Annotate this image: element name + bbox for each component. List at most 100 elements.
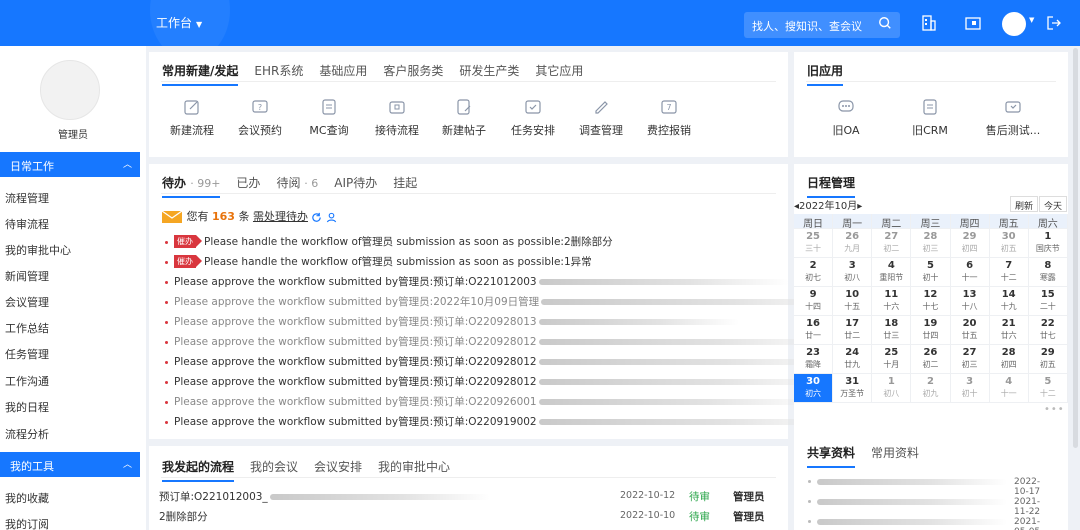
calendar-day[interactable]: 22 廿七 xyxy=(1028,316,1068,345)
shared-row[interactable]: 2021-11-22 xyxy=(808,497,1040,517)
profile-avatar[interactable] xyxy=(40,60,100,120)
quick-item-task[interactable]: 任务安排 xyxy=(498,98,568,138)
calendar-day[interactable]: 15 二十 xyxy=(1028,287,1068,316)
calendar-day[interactable]: 1 初八 xyxy=(872,374,912,403)
calendar-day[interactable]: 28 初三 xyxy=(911,229,951,258)
old-app-crm[interactable]: 旧CRM xyxy=(895,98,965,138)
calendar-day[interactable]: 26 初二 xyxy=(911,345,951,374)
calendar-day[interactable]: 13 十八 xyxy=(950,287,990,316)
calendar-day[interactable]: 18 廿三 xyxy=(872,316,912,345)
building-icon[interactable] xyxy=(920,14,938,32)
calendar-day[interactable]: 28 初四 xyxy=(989,345,1029,374)
calendar-day[interactable]: 2 初七 xyxy=(794,258,834,287)
old-app-oa[interactable]: 旧OA xyxy=(811,98,881,138)
calendar-day[interactable]: 11 十六 xyxy=(872,287,912,316)
calendar-day[interactable]: 20 廿五 xyxy=(950,316,990,345)
calendar-day[interactable]: 3 初十 xyxy=(950,374,990,403)
calendar-day[interactable]: 9 十四 xyxy=(794,287,834,316)
todo-row[interactable]: Please approve the workflow submitted by… xyxy=(165,354,849,368)
calendar-day[interactable]: 8 寒露 xyxy=(1028,258,1068,287)
refresh-icon[interactable] xyxy=(311,212,322,223)
todo-row[interactable]: Please approve the workflow submitted by… xyxy=(165,294,862,308)
sidebar-item[interactable]: 待审流程 xyxy=(5,216,49,232)
calendar-day[interactable]: 25 十月 xyxy=(872,345,912,374)
sidebar-item[interactable]: 流程管理 xyxy=(5,190,49,206)
todo-row[interactable]: Please approve the workflow submitted by… xyxy=(165,394,819,408)
tab-todo[interactable]: 待办 · 99+ xyxy=(162,174,221,198)
calendar-day[interactable]: 31 万圣节 xyxy=(833,374,873,403)
calendar-day[interactable]: 30 初五 xyxy=(989,229,1029,258)
calendar-day[interactable]: 30 初六 xyxy=(794,374,834,403)
todo-row[interactable]: Please approve the workflow submitted by… xyxy=(165,314,739,328)
quick-item-new-post[interactable]: 新建帖子 xyxy=(429,98,499,138)
caret-down-icon[interactable]: ▼ xyxy=(1029,16,1034,24)
calendar-day[interactable]: 12 十七 xyxy=(911,287,951,316)
calendar-day[interactable]: 4 十一 xyxy=(989,374,1029,403)
calendar-day[interactable]: 7 十二 xyxy=(989,258,1029,287)
search-icon[interactable] xyxy=(878,16,892,30)
quick-item-expense[interactable]: 7 费控报销 xyxy=(634,98,704,138)
calendar-day[interactable]: 16 廿一 xyxy=(794,316,834,345)
calendar-day[interactable]: 19 廿四 xyxy=(911,316,951,345)
calendar-day[interactable]: 10 十五 xyxy=(833,287,873,316)
workspace-menu[interactable]: 工作台 ▼ xyxy=(156,14,202,31)
quick-item-new-flow[interactable]: 新建流程 xyxy=(157,98,227,138)
calendar-day[interactable]: 2 初九 xyxy=(911,374,951,403)
calendar-day[interactable]: 14 十九 xyxy=(989,287,1029,316)
calendar-day[interactable]: 23 霜降 xyxy=(794,345,834,374)
sidebar-item[interactable]: 工作总结 xyxy=(5,320,49,336)
user-avatar[interactable] xyxy=(1002,12,1026,36)
todo-row[interactable]: Please approve the workflow submitted by… xyxy=(165,414,849,428)
calendar-day[interactable]: 29 初五 xyxy=(1028,345,1068,374)
calendar-day[interactable]: 27 初二 xyxy=(872,229,912,258)
sidebar-item[interactable]: 新闻管理 xyxy=(5,268,49,284)
shared-row[interactable]: 2021-05-05 xyxy=(808,517,1040,530)
user-icon[interactable] xyxy=(326,212,337,223)
search-box[interactable]: 找人、搜知识、查会议 xyxy=(744,12,900,38)
sidebar-item[interactable]: 我的审批中心 xyxy=(5,242,71,258)
today-button[interactable]: 今天 xyxy=(1039,196,1068,212)
section-my-tools[interactable]: 我的工具 ︿ xyxy=(0,452,140,477)
calendar-day[interactable]: 25 三十 xyxy=(794,229,834,258)
calendar-day[interactable]: 1 国庆节 xyxy=(1028,229,1068,258)
todo-row[interactable]: 催办 Please handle the workflow of管理员 submi… xyxy=(165,254,592,268)
calendar-day[interactable]: 27 初三 xyxy=(950,345,990,374)
calendar-day[interactable]: 24 廿九 xyxy=(833,345,873,374)
calendar-day[interactable]: 21 廿六 xyxy=(989,316,1029,345)
quick-item-mc-query[interactable]: MC查询 xyxy=(294,98,364,138)
calendar-day[interactable]: 5 初十 xyxy=(911,258,951,287)
todo-row[interactable]: Please approve the workflow submitted by… xyxy=(165,274,789,288)
old-app-aftersales[interactable]: 售后测试... xyxy=(978,98,1048,138)
shared-row[interactable]: 2022-10-17 xyxy=(808,477,1040,497)
sidebar-item[interactable]: 我的订阅 xyxy=(5,516,49,530)
calendar-day[interactable]: 5 十二 xyxy=(1028,374,1068,403)
flow-row-title[interactable]: 预订单:O221012003_ xyxy=(159,489,490,504)
sidebar-item[interactable]: 任务管理 xyxy=(5,346,49,362)
logout-icon[interactable] xyxy=(1044,14,1062,32)
quick-item-meeting[interactable]: ? 会议预约 xyxy=(225,98,295,138)
sidebar-item[interactable]: 我的日程 xyxy=(5,399,49,415)
quick-item-survey[interactable]: 调查管理 xyxy=(566,98,636,138)
refresh-button[interactable]: 刷新 xyxy=(1010,196,1039,212)
calendar-day[interactable]: 4 重阳节 xyxy=(872,258,912,287)
section-daily-work[interactable]: 日常工作 ︿ xyxy=(0,152,140,177)
todo-row[interactable]: Please approve the workflow submitted by… xyxy=(165,374,839,388)
tab-common[interactable]: 常用新建/发起 xyxy=(162,62,239,86)
sidebar-item[interactable]: 会议管理 xyxy=(5,294,49,310)
calendar-day[interactable]: 26 九月 xyxy=(833,229,873,258)
tab-my-flows[interactable]: 我发起的流程 xyxy=(162,458,235,482)
calendar-day[interactable]: 6 十一 xyxy=(950,258,990,287)
window-icon[interactable] xyxy=(964,14,982,32)
todo-row[interactable]: Please approve the workflow submitted by… xyxy=(165,334,839,348)
pending-link[interactable]: 需处理待办 xyxy=(253,210,308,223)
month-selector[interactable]: ◂2022年10月▸ xyxy=(794,197,862,212)
calendar-day[interactable]: 29 初四 xyxy=(950,229,990,258)
sidebar-item[interactable]: 我的收藏 xyxy=(5,490,49,506)
calendar-day[interactable]: 17 廿二 xyxy=(833,316,873,345)
flow-row-title[interactable]: 2删除部分 xyxy=(159,509,208,524)
more-icon[interactable]: ••• xyxy=(1044,404,1065,415)
sidebar-item[interactable]: 工作沟通 xyxy=(5,373,49,389)
tab-common-materials[interactable]: 常用资料 xyxy=(871,444,919,466)
sidebar-item[interactable]: 流程分析 xyxy=(5,426,49,442)
calendar-day[interactable]: 3 初八 xyxy=(833,258,873,287)
